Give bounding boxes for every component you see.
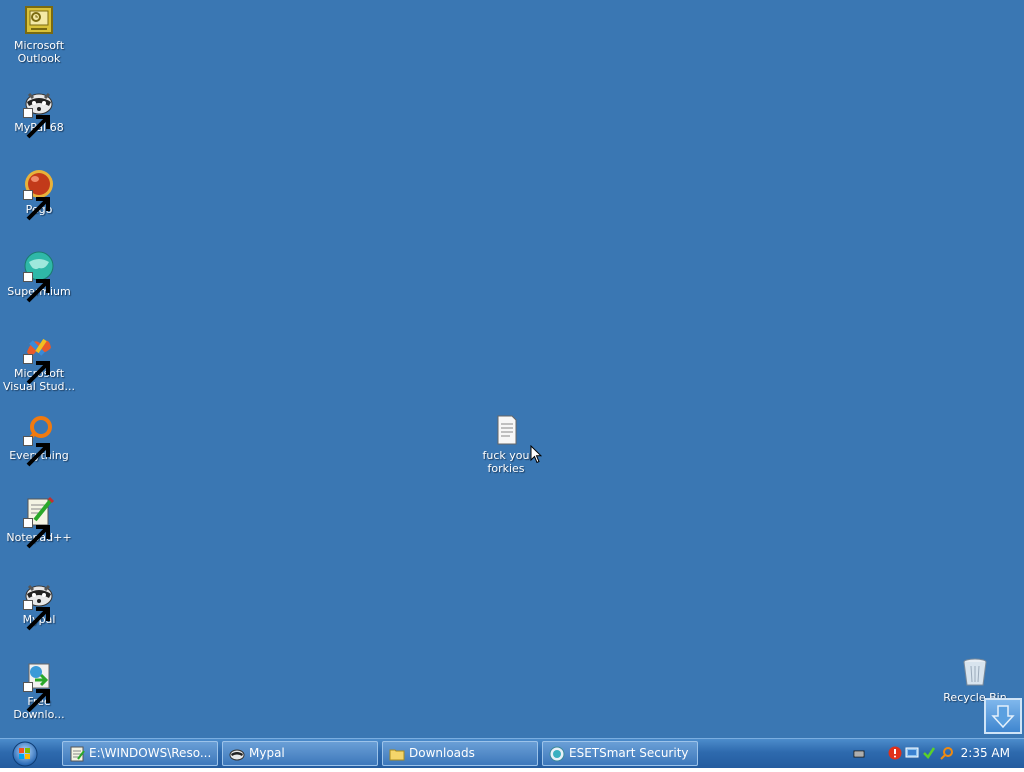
desktop-icon-free-download-manager[interactable]: Free Downlo...	[1, 660, 77, 721]
desktop-icon-recycle-bin[interactable]: Recycle Bin	[937, 656, 1013, 704]
taskbar-button-label: E:\WINDOWS\Reso...	[89, 746, 212, 760]
shortcut-arrow-icon	[23, 682, 50, 713]
taskbar-button-notepad[interactable]: E:\WINDOWS\Reso...	[62, 741, 218, 766]
recycle-bin-icon	[959, 656, 991, 688]
keyboard-icon[interactable]	[852, 746, 866, 760]
search-icon[interactable]	[940, 746, 954, 760]
clock[interactable]: 2:35 AM	[961, 746, 1010, 760]
alert-icon[interactable]	[888, 746, 902, 760]
desktop-icon-mypal-68[interactable]: MyPal 68	[1, 86, 77, 139]
notepad-plus-icon	[23, 496, 55, 549]
text-document-icon	[490, 414, 522, 446]
visual-studio-icon	[23, 332, 55, 385]
teal-globe-icon	[23, 250, 55, 303]
desktop-icon-mypal[interactable]: Mypal	[1, 578, 77, 631]
raccoon-icon	[229, 746, 245, 762]
eset-icon	[549, 746, 565, 762]
desktop-icon-everything[interactable]: Everything	[1, 414, 77, 467]
taskbar-button-label: Downloads	[409, 746, 475, 760]
shortcut-arrow-icon	[23, 436, 50, 467]
desktop-icon-visual-studio[interactable]: Microsoft Visual Stud...	[1, 332, 77, 393]
checkmark-icon[interactable]	[922, 746, 936, 760]
shortcut-arrow-icon	[23, 272, 50, 303]
download-manager-icon	[23, 660, 55, 713]
network-icon[interactable]	[905, 746, 919, 760]
taskbar-button-eset[interactable]: ESETSmart Security	[542, 741, 698, 766]
down-arrow-icon	[991, 705, 1015, 729]
desktop-icon-outlook[interactable]: Microsoft Outlook	[1, 4, 77, 65]
mouse-cursor-icon	[530, 445, 542, 464]
desktop-icon-notepad-plus-plus[interactable]: Notepad++	[1, 496, 77, 549]
notification-popup-button[interactable]	[984, 698, 1022, 734]
desktop[interactable]: Microsoft Outlook MyPal 68 Pego Supermiu…	[0, 0, 1024, 738]
shortcut-arrow-icon	[23, 518, 50, 549]
raccoon-icon	[23, 86, 55, 139]
red-orb-icon	[23, 168, 55, 221]
taskbar-button-label: Mypal	[249, 746, 285, 760]
search-ring-icon	[23, 414, 55, 467]
shortcut-arrow-icon	[23, 600, 50, 631]
desktop-icon-supermium[interactable]: Supermium	[1, 250, 77, 303]
raccoon-icon	[23, 578, 55, 631]
taskbar-button-downloads[interactable]: Downloads	[382, 741, 538, 766]
shortcut-arrow-icon	[23, 190, 50, 221]
shortcut-arrow-icon	[23, 354, 50, 385]
notepad-icon	[69, 746, 85, 762]
taskbar: E:\WINDOWS\Reso... Mypal Downloads ESETS…	[0, 738, 1024, 768]
folder-icon	[389, 746, 405, 762]
shortcut-arrow-icon	[23, 108, 50, 139]
icon-label: Microsoft Outlook	[13, 39, 65, 65]
taskbar-button-label: ESETSmart Security	[569, 746, 689, 760]
taskbar-button-mypal[interactable]: Mypal	[222, 741, 378, 766]
system-tray: 2:35 AM	[848, 739, 1024, 768]
desktop-icon-pego[interactable]: Pego	[1, 168, 77, 221]
windows-orb-icon	[12, 741, 38, 767]
start-button[interactable]	[6, 740, 44, 768]
outlook-icon	[23, 4, 55, 36]
